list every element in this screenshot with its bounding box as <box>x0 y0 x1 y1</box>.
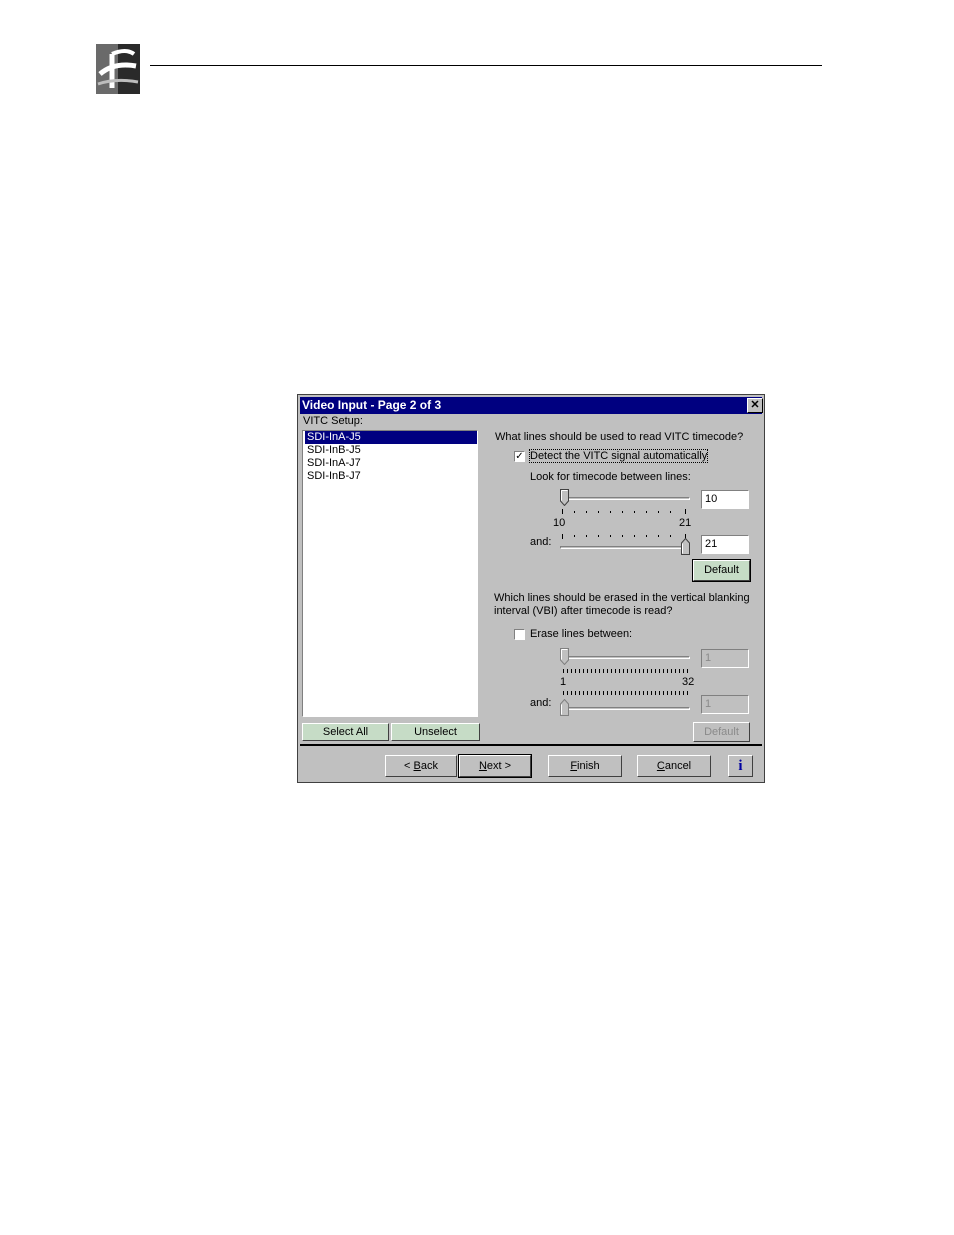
erase-question-line2: interval (VBI) after timecode is read? <box>494 605 673 617</box>
read-and-label: and: <box>530 536 552 548</box>
erase-end-slider-track[interactable] <box>562 707 690 710</box>
select-all-button[interactable]: Select All <box>302 723 389 741</box>
company-logo <box>96 44 140 94</box>
list-item[interactable]: SDI-InB-J5 <box>305 444 477 457</box>
header-rule <box>150 65 822 66</box>
read-range-min: 10 <box>553 517 566 529</box>
cancel-button[interactable]: Cancel <box>637 755 711 777</box>
erase-lines-checkbox[interactable] <box>514 629 525 640</box>
read-start-slider-ticks <box>562 509 686 514</box>
info-button[interactable]: i <box>728 755 753 777</box>
erase-default-button[interactable]: Default <box>693 722 750 742</box>
read-start-slider-thumb[interactable] <box>560 489 569 506</box>
close-button[interactable]: ✕ <box>747 398 763 413</box>
footer-separator <box>300 744 762 746</box>
detect-vitc-label[interactable]: Detect the VITC signal automatically <box>528 449 709 463</box>
next-accel: N <box>478 760 487 772</box>
erase-range-max: 32 <box>682 676 695 688</box>
erase-end-slider-ticks <box>563 691 688 695</box>
read-start-slider-track[interactable] <box>560 497 690 500</box>
back-label: ack <box>420 760 438 772</box>
finish-button[interactable]: Finish <box>548 755 622 777</box>
finish-label: inish <box>577 760 600 772</box>
erase-start-slider-thumb[interactable] <box>560 648 569 665</box>
read-question: What lines should be used to read VITC t… <box>495 431 744 443</box>
vitc-setup-label: VITC Setup: <box>303 415 363 427</box>
back-arrow: < <box>404 760 414 772</box>
next-label: ext > <box>486 760 512 772</box>
back-button[interactable]: < Back <box>385 755 457 777</box>
erase-end-slider-thumb[interactable] <box>560 699 569 716</box>
read-start-input[interactable]: 10 <box>701 490 749 509</box>
title-bar[interactable]: Video Input - Page 2 of 3 ✕ <box>300 397 763 414</box>
erase-and-label: and: <box>530 697 552 709</box>
unselect-button[interactable]: Unselect <box>391 723 480 741</box>
close-icon: ✕ <box>750 399 760 411</box>
back-accel: B <box>413 760 421 772</box>
read-range-max: 21 <box>679 517 692 529</box>
read-default-button[interactable]: Default <box>692 559 751 582</box>
video-input-dialog: Video Input - Page 2 of 3 ✕ VITC Setup: … <box>297 394 765 783</box>
read-end-slider-thumb[interactable] <box>681 538 690 555</box>
erase-lines-label[interactable]: Erase lines between: <box>530 628 632 640</box>
list-item[interactable]: SDI-InA-J7 <box>305 457 477 470</box>
detect-vitc-checkbox[interactable]: ✓ <box>514 451 525 462</box>
input-listbox[interactable]: SDI-InA-J5 SDI-InB-J5 SDI-InA-J7 SDI-InB… <box>302 430 478 717</box>
cancel-label: ancel <box>664 760 692 772</box>
look-between-label: Look for timecode between lines: <box>530 471 691 483</box>
erase-question-line1: Which lines should be erased in the vert… <box>494 592 750 604</box>
list-item[interactable]: SDI-InA-J5 <box>305 431 477 444</box>
dialog-title: Video Input - Page 2 of 3 <box>302 398 442 412</box>
erase-start-slider-track[interactable] <box>562 656 690 659</box>
info-icon: i <box>738 758 743 774</box>
list-item[interactable]: SDI-InB-J7 <box>305 470 477 483</box>
read-end-slider-ticks <box>562 534 686 539</box>
read-end-slider-track[interactable] <box>560 546 690 549</box>
cancel-accel: C <box>656 760 665 772</box>
erase-end-input[interactable]: 1 <box>701 695 749 714</box>
read-end-input[interactable]: 21 <box>701 535 749 554</box>
next-button[interactable]: Next > <box>458 754 532 778</box>
erase-start-slider-ticks <box>563 669 688 673</box>
erase-start-input[interactable]: 1 <box>701 649 749 668</box>
erase-range-min: 1 <box>560 676 567 688</box>
